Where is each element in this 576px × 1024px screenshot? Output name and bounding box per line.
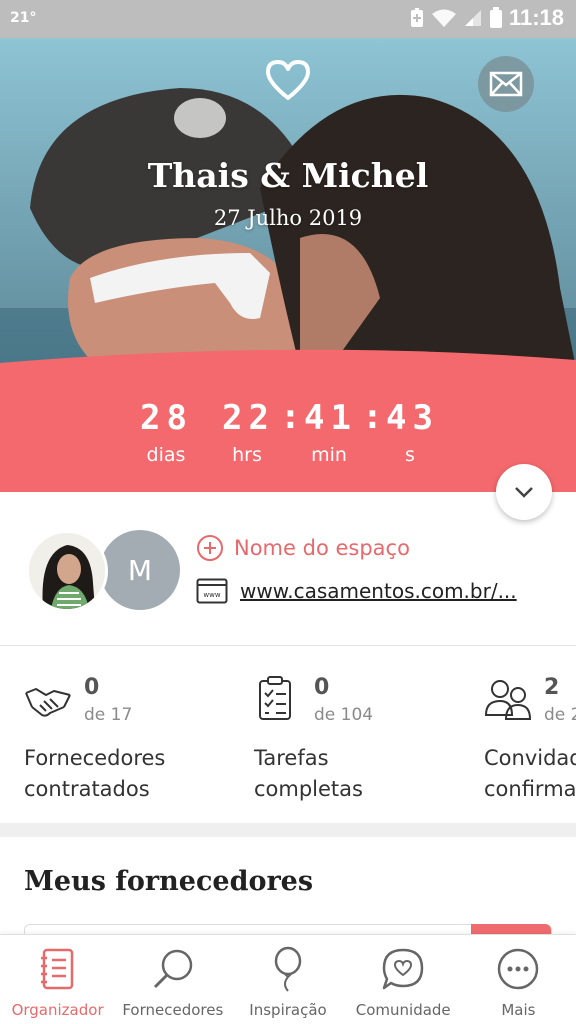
countdown-seconds: 43 (386, 398, 439, 438)
chat-heart-icon (382, 948, 424, 990)
signal-icon (464, 10, 481, 26)
temperature-text: 21° (10, 10, 37, 26)
more-icon (498, 948, 539, 990)
guests-icon (484, 680, 532, 720)
nav-label: Organizador (11, 1001, 104, 1019)
svg-text:www: www (203, 591, 220, 599)
stat-label-line: Fornecedores (24, 746, 166, 770)
avatar[interactable] (26, 530, 108, 612)
section-divider (0, 823, 576, 837)
nav-label: Comunidade (355, 1001, 451, 1019)
clock-text: 11:18 (508, 5, 564, 30)
countdown-minutes-label: min (311, 444, 347, 466)
status-icons: 11:18 (409, 5, 564, 31)
stat-label-line: Convidados (484, 746, 576, 770)
couple-names: Thais & Michel (147, 156, 429, 195)
stat-vendors[interactable]: 0 de 17 Fornecedores contratados (24, 647, 264, 823)
checklist-icon (259, 676, 291, 720)
battery-icon (489, 7, 502, 28)
nav-label: Mais (501, 1001, 536, 1019)
expand-button[interactable] (496, 464, 552, 520)
nav-mais[interactable]: Mais (461, 935, 576, 1024)
handshake-icon (25, 688, 71, 717)
countdown-seconds-label: s (405, 444, 415, 466)
stat-tasks-count: 0 (314, 675, 330, 700)
heart-icon (266, 60, 310, 100)
nav-label: Fornecedores (122, 1001, 224, 1019)
browser-icon: www (196, 578, 228, 604)
stat-guests-count: 2 (544, 675, 560, 700)
bottom-navigation: Organizador Fornecedores Inspiração Comu… (0, 934, 576, 1024)
section-title: Meus fornecedores (24, 866, 314, 897)
nav-fornecedores[interactable]: Fornecedores (115, 935, 230, 1024)
partner-avatar[interactable]: M (100, 530, 180, 610)
stat-label-line: Tarefas (254, 746, 329, 770)
countdown-separator: : (366, 398, 379, 436)
wifi-icon (431, 9, 456, 27)
battery-saver-icon (410, 8, 423, 27)
wedding-hero: Thais & Michel 27 Julho 2019 28 22 : 41 … (0, 38, 576, 492)
chevron-down-icon (515, 487, 533, 498)
stat-tasks[interactable]: 0 de 104 Tarefas completas (254, 647, 494, 823)
stat-guests-total: de 2 (544, 705, 576, 725)
stat-vendors-label: Fornecedores contratados (24, 743, 165, 805)
balloon-icon (274, 946, 302, 992)
nav-organizador[interactable]: Organizador (0, 935, 115, 1024)
stat-guests-label: Convidados confirmados (484, 743, 576, 805)
countdown-hours-label: hrs (232, 444, 262, 466)
avatar-photo (29, 533, 105, 609)
couple-profile: M Nome do espaço www www.casamentos.com.… (0, 492, 576, 646)
stat-tasks-label: Tarefas completas (254, 743, 363, 805)
stat-tasks-total: de 104 (314, 705, 374, 725)
countdown-separator: : (284, 398, 297, 436)
countdown-minutes: 41 (304, 398, 357, 438)
venue-label: Nome do espaço (234, 536, 410, 560)
wedding-date: 27 Julho 2019 (213, 206, 363, 230)
messages-button[interactable] (478, 56, 534, 112)
search-icon (153, 949, 193, 989)
nav-label: Inspiração (249, 1001, 327, 1019)
stat-label-line: completas (254, 777, 363, 801)
add-venue-button[interactable]: Nome do espaço (196, 534, 410, 562)
stat-label-line: confirmados (484, 777, 576, 801)
stat-guests[interactable]: 2 de 2 Convidados confirmados (484, 647, 576, 823)
website-url: www.casamentos.com.br/... (240, 579, 517, 603)
countdown-days-label: dias (146, 444, 186, 466)
website-link[interactable]: www www.casamentos.com.br/... (196, 578, 517, 604)
countdown-hours: 22 (222, 398, 275, 438)
wedding-stats: 0 de 17 Fornecedores contratados 0 de 10… (0, 647, 576, 823)
stat-label-line: contratados (24, 777, 150, 801)
stat-vendors-count: 0 (84, 675, 100, 700)
notebook-icon (40, 948, 73, 990)
nav-comunidade[interactable]: Comunidade (346, 935, 461, 1024)
envelope-icon (489, 71, 523, 97)
stat-vendors-total: de 17 (84, 705, 133, 725)
countdown-days: 28 (140, 398, 193, 438)
status-bar: 21° 11:18 (0, 0, 576, 38)
add-circle-icon (197, 535, 223, 561)
nav-inspiracao[interactable]: Inspiração (230, 935, 345, 1024)
